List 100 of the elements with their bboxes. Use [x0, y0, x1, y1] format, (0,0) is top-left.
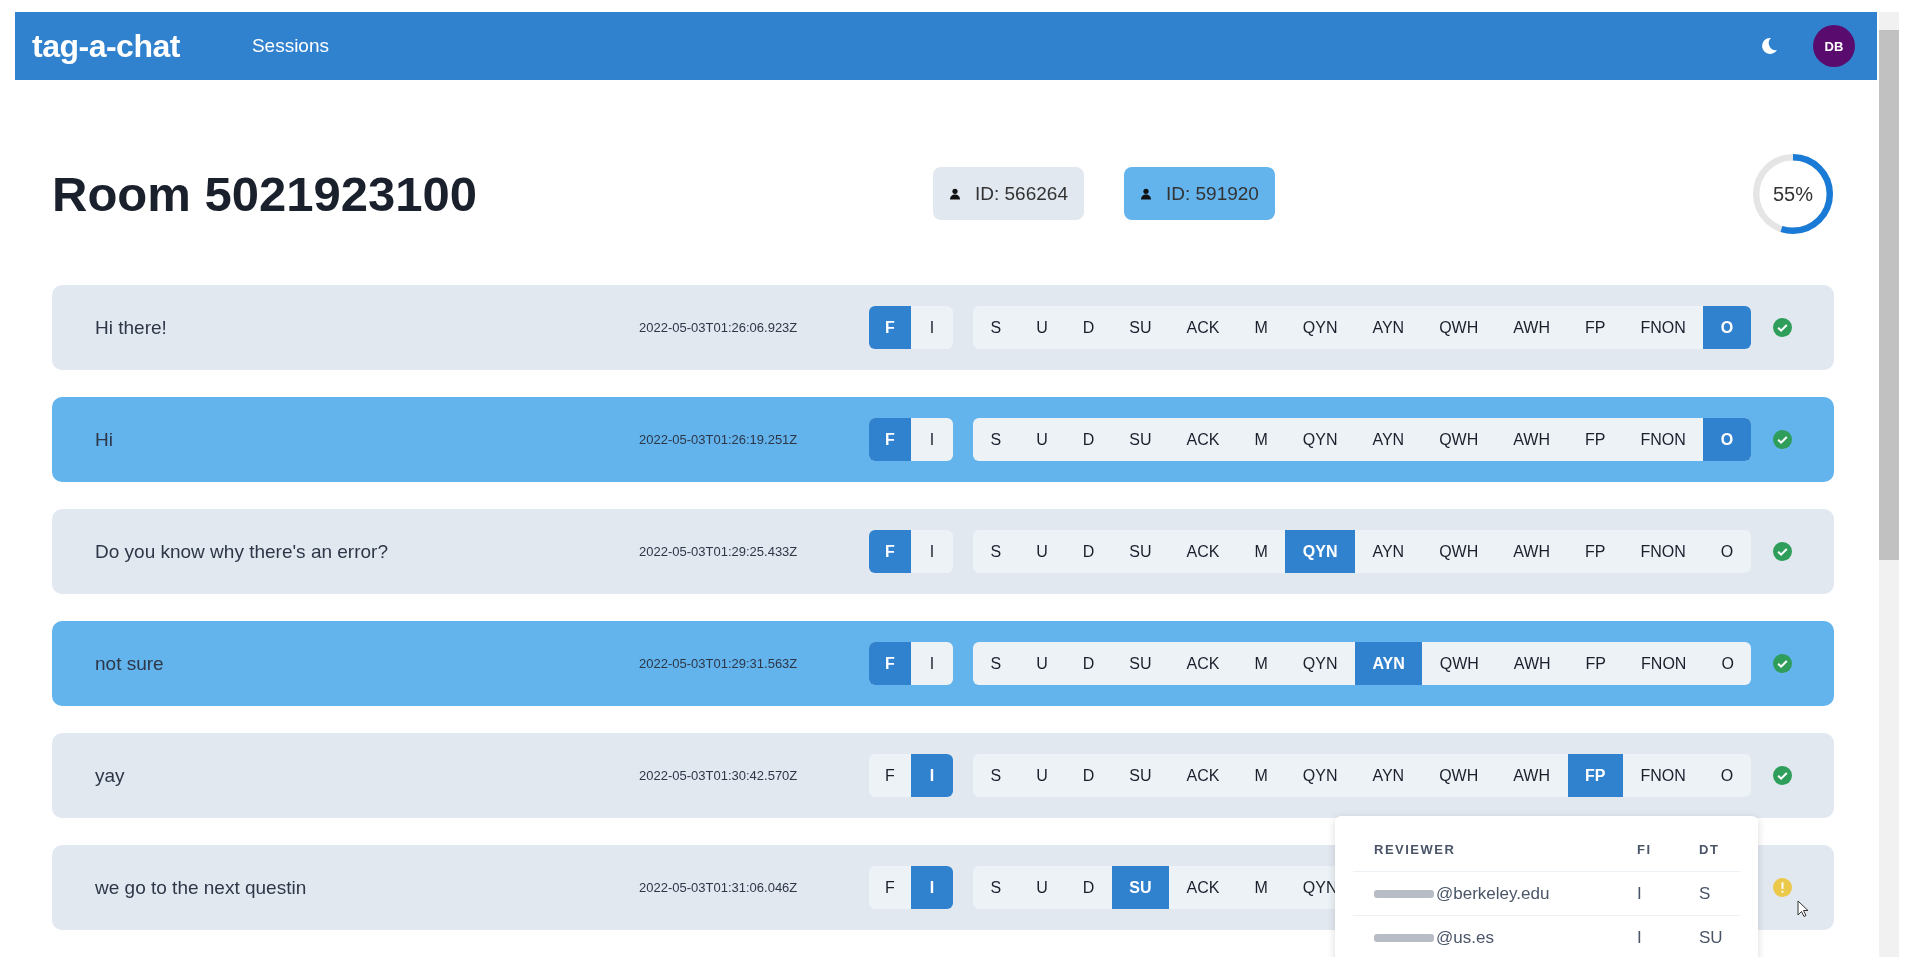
- user-avatar[interactable]: DB: [1813, 25, 1855, 67]
- tag-toggle[interactable]: FNON: [1622, 754, 1704, 797]
- check-icon: [1773, 542, 1792, 561]
- tag-toggle[interactable]: O: [1703, 530, 1751, 573]
- message-text: Hi: [95, 428, 114, 451]
- tag-toggle[interactable]: AYN: [1354, 530, 1422, 573]
- fi-toggle[interactable]: I: [911, 754, 953, 797]
- tag-toggle[interactable]: M: [1236, 642, 1286, 685]
- tag-toggle[interactable]: D: [1065, 642, 1112, 685]
- tag-toggle[interactable]: AYN: [1354, 642, 1423, 685]
- tag-toggle[interactable]: D: [1065, 754, 1112, 797]
- tag-toggle[interactable]: FNON: [1623, 642, 1704, 685]
- tag-toggle[interactable]: SU: [1111, 754, 1170, 797]
- tag-toggle[interactable]: QYN: [1285, 418, 1355, 461]
- tag-toggle[interactable]: ACK: [1169, 418, 1237, 461]
- tag-toggle[interactable]: AWH: [1495, 418, 1568, 461]
- tag-toggle[interactable]: FP: [1567, 530, 1623, 573]
- tag-toggle[interactable]: U: [1018, 642, 1066, 685]
- tag-toggle[interactable]: ACK: [1169, 754, 1237, 797]
- tag-toggle[interactable]: AWH: [1495, 754, 1568, 797]
- tag-toggle[interactable]: M: [1236, 530, 1286, 573]
- tag-toggle[interactable]: M: [1236, 754, 1286, 797]
- fi-toggle[interactable]: F: [869, 866, 911, 909]
- tag-toggle[interactable]: QWH: [1421, 530, 1496, 573]
- tag-toggle[interactable]: D: [1065, 306, 1112, 349]
- tag-toggle[interactable]: S: [973, 306, 1019, 349]
- tag-toggle[interactable]: QWH: [1422, 642, 1497, 685]
- message-text: yay: [95, 764, 126, 787]
- fi-toggle[interactable]: I: [911, 530, 953, 573]
- warning-icon[interactable]: [1773, 878, 1792, 897]
- tag-toggle[interactable]: O: [1703, 642, 1752, 685]
- tag-toggle[interactable]: SU: [1111, 530, 1170, 573]
- tag-toggle[interactable]: SU: [1111, 306, 1170, 349]
- tag-toggle[interactable]: ACK: [1169, 530, 1237, 573]
- sessions-link[interactable]: Sessions: [251, 35, 329, 57]
- fi-toggle[interactable]: F: [869, 642, 911, 685]
- tag-toggle[interactable]: QYN: [1285, 530, 1355, 573]
- fi-toggle[interactable]: I: [911, 642, 953, 685]
- table-cell-text: I: [1637, 883, 1643, 904]
- tag-toggle[interactable]: O: [1703, 754, 1751, 797]
- tag-toggle[interactable]: AYN: [1354, 754, 1422, 797]
- fi-toggle[interactable]: I: [911, 306, 953, 349]
- tag-toggle[interactable]: ACK: [1169, 306, 1237, 349]
- tag-toggle[interactable]: AYN: [1354, 306, 1422, 349]
- tag-toggle[interactable]: FNON: [1622, 418, 1704, 461]
- scrollbar[interactable]: [1879, 12, 1899, 957]
- tag-toggle[interactable]: U: [1018, 866, 1066, 909]
- table-cell-text: I: [1637, 927, 1643, 948]
- tag-toggle[interactable]: ACK: [1169, 642, 1237, 685]
- tag-toggle[interactable]: AWH: [1495, 306, 1568, 349]
- tag-toggle[interactable]: QWH: [1421, 306, 1496, 349]
- redacted-mark: [1374, 887, 1434, 900]
- tag-toggle[interactable]: O: [1703, 306, 1751, 349]
- tag-toggle[interactable]: AWH: [1496, 642, 1569, 685]
- fi-toggle[interactable]: I: [911, 418, 953, 461]
- tag-toggle[interactable]: M: [1236, 418, 1286, 461]
- tag-toggle[interactable]: M: [1236, 866, 1286, 909]
- tag-toggle[interactable]: U: [1018, 418, 1066, 461]
- tag-toggle[interactable]: U: [1018, 306, 1066, 349]
- check-icon: [1773, 430, 1792, 449]
- tag-toggle[interactable]: S: [973, 418, 1019, 461]
- tag-toggle[interactable]: QWH: [1421, 754, 1496, 797]
- brand-logo[interactable]: tag-a-chat: [32, 27, 180, 65]
- tag-toggle[interactable]: ACK: [1169, 866, 1237, 909]
- tag-toggle[interactable]: M: [1236, 306, 1286, 349]
- tag-toggle[interactable]: S: [973, 866, 1019, 909]
- tag-toggle[interactable]: S: [973, 530, 1019, 573]
- tag-toggle[interactable]: FNON: [1622, 530, 1704, 573]
- tag-toggle[interactable]: QYN: [1285, 754, 1355, 797]
- tag-toggle[interactable]: D: [1065, 866, 1112, 909]
- fi-toggle[interactable]: F: [869, 306, 911, 349]
- participant-badge[interactable]: ID: 566264: [933, 167, 1084, 220]
- tag-toggle[interactable]: SU: [1111, 642, 1170, 685]
- tag-toggle[interactable]: SU: [1111, 866, 1170, 909]
- tag-toggle[interactable]: D: [1065, 530, 1112, 573]
- fi-toggle[interactable]: F: [869, 530, 911, 573]
- tag-toggle[interactable]: U: [1018, 754, 1066, 797]
- tag-toggle[interactable]: QYN: [1285, 306, 1355, 349]
- tag-toggle[interactable]: FP: [1567, 754, 1623, 797]
- tag-toggle[interactable]: U: [1018, 530, 1066, 573]
- tag-toggle[interactable]: FNON: [1622, 306, 1704, 349]
- fi-toggle[interactable]: F: [869, 754, 911, 797]
- timestamp: 2022-05-03T01:30:42.570Z: [639, 768, 799, 783]
- tag-toggle[interactable]: SU: [1111, 418, 1170, 461]
- column-header: DT: [1699, 842, 1720, 857]
- tag-toggle[interactable]: QYN: [1285, 642, 1355, 685]
- participant-badge[interactable]: ID: 591920: [1123, 167, 1275, 220]
- tag-toggle[interactable]: S: [973, 642, 1019, 685]
- tag-toggle[interactable]: FP: [1567, 306, 1623, 349]
- fi-toggle[interactable]: F: [869, 418, 911, 461]
- tag-toggle[interactable]: FP: [1568, 642, 1624, 685]
- tag-toggle[interactable]: FP: [1567, 418, 1623, 461]
- moon-icon[interactable]: [1759, 36, 1779, 56]
- tag-toggle[interactable]: QWH: [1421, 418, 1496, 461]
- tag-toggle[interactable]: D: [1065, 418, 1112, 461]
- tag-toggle[interactable]: S: [973, 754, 1019, 797]
- tag-toggle[interactable]: AWH: [1495, 530, 1568, 573]
- tag-toggle[interactable]: O: [1703, 418, 1751, 461]
- fi-toggle[interactable]: I: [911, 866, 953, 909]
- tag-toggle[interactable]: AYN: [1354, 418, 1422, 461]
